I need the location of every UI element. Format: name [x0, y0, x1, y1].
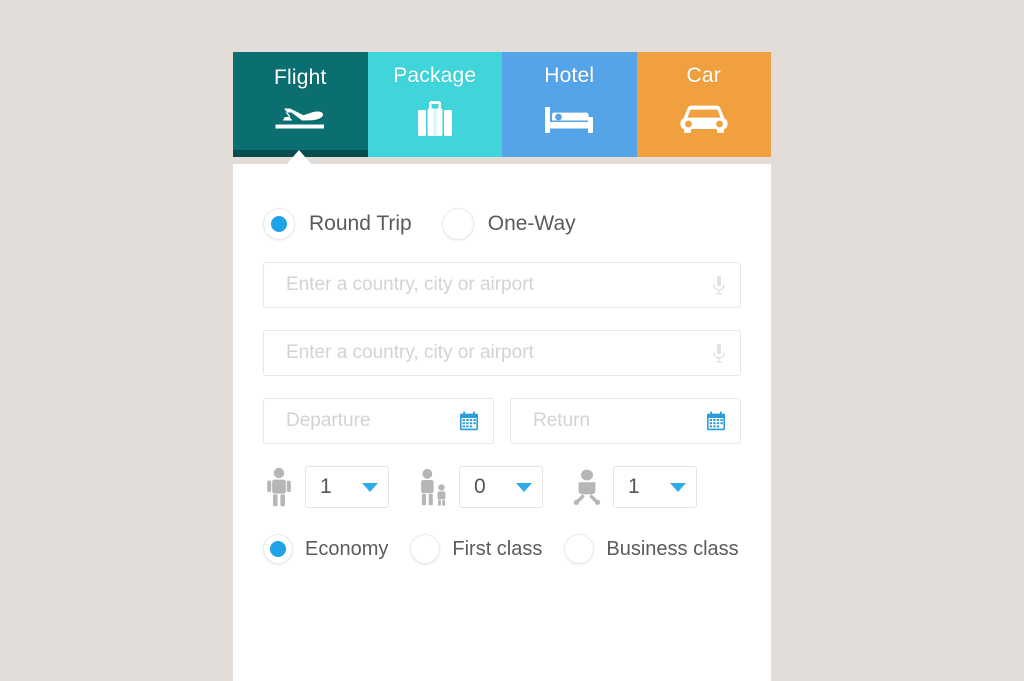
infant-passenger-icon — [571, 468, 603, 506]
chevron-down-icon[interactable] — [516, 482, 532, 492]
tab-package-label: Package — [393, 64, 477, 87]
calendar-icon[interactable] — [706, 411, 726, 431]
cabin-class-business[interactable]: Business class — [564, 534, 739, 564]
tab-hotel-label: Hotel — [544, 64, 595, 87]
microphone-icon[interactable] — [712, 275, 726, 295]
radio-first-class[interactable] — [410, 534, 441, 564]
bed-icon — [538, 98, 600, 140]
passenger-adult: 1 — [263, 466, 389, 508]
trip-type-round-trip[interactable]: Round Trip — [263, 208, 412, 240]
tab-flight[interactable]: Flight — [233, 52, 368, 157]
adult-passenger-icon — [263, 467, 295, 507]
departure-field[interactable] — [263, 398, 494, 444]
cabin-class-economy-label: Economy — [305, 537, 389, 560]
tab-car-label: Car — [686, 64, 721, 87]
cabin-class-economy[interactable]: Economy — [263, 534, 388, 564]
airplane-icon — [269, 96, 331, 138]
origin-field[interactable] — [263, 262, 741, 308]
trip-type-round-trip-label: Round Trip — [309, 212, 412, 235]
destination-field[interactable] — [263, 330, 741, 376]
child-passenger-icon — [417, 467, 449, 507]
cabin-class-group: Economy First class Business class — [263, 534, 741, 564]
return-field[interactable] — [510, 398, 741, 444]
destination-input[interactable] — [264, 331, 740, 375]
trip-type-one-way-label: One-Way — [487, 212, 576, 235]
booking-type-tabs: Flight Package Hotel Car — [233, 52, 771, 157]
cabin-class-business-label: Business class — [606, 537, 739, 560]
adult-count-value: 1 — [320, 475, 332, 498]
child-count-stepper[interactable]: 0 — [459, 466, 543, 508]
tab-car[interactable]: Car — [636, 52, 771, 157]
active-tab-pointer — [285, 150, 313, 166]
car-icon — [673, 98, 735, 140]
microphone-icon[interactable] — [712, 343, 726, 363]
radio-economy[interactable] — [263, 534, 293, 564]
chevron-down-icon[interactable] — [362, 482, 378, 492]
tab-package[interactable]: Package — [367, 52, 502, 157]
tab-flight-label: Flight — [273, 66, 327, 89]
tab-hotel[interactable]: Hotel — [502, 52, 637, 157]
trip-type-group: Round Trip One-Way — [263, 208, 741, 240]
calendar-icon[interactable] — [459, 411, 479, 431]
suitcase-icon — [404, 98, 466, 140]
chevron-down-icon[interactable] — [670, 482, 686, 492]
infant-count-value: 1 — [628, 475, 640, 498]
app-root: Flight Package Hotel Car Round Trip One-… — [0, 0, 1024, 681]
origin-input[interactable] — [264, 263, 740, 307]
radio-round-trip[interactable] — [263, 208, 295, 240]
search-form-card: Round Trip One-Way Enter a country, city… — [233, 164, 771, 681]
child-count-value: 0 — [474, 475, 486, 498]
radio-business-class[interactable] — [564, 534, 595, 564]
date-row — [263, 398, 741, 444]
flight-search-form: Round Trip One-Way Enter a country, city… — [233, 164, 771, 564]
infant-count-stepper[interactable]: 1 — [613, 466, 697, 508]
radio-one-way[interactable] — [441, 208, 474, 240]
passenger-infant: 1 — [571, 466, 697, 508]
passenger-child: 0 — [417, 466, 543, 508]
passenger-row: 1 0 1 — [263, 466, 741, 508]
cabin-class-first-label: First class — [452, 537, 543, 560]
cabin-class-first[interactable]: First class — [410, 534, 542, 564]
adult-count-stepper[interactable]: 1 — [305, 466, 389, 508]
trip-type-one-way[interactable]: One-Way — [441, 208, 576, 240]
